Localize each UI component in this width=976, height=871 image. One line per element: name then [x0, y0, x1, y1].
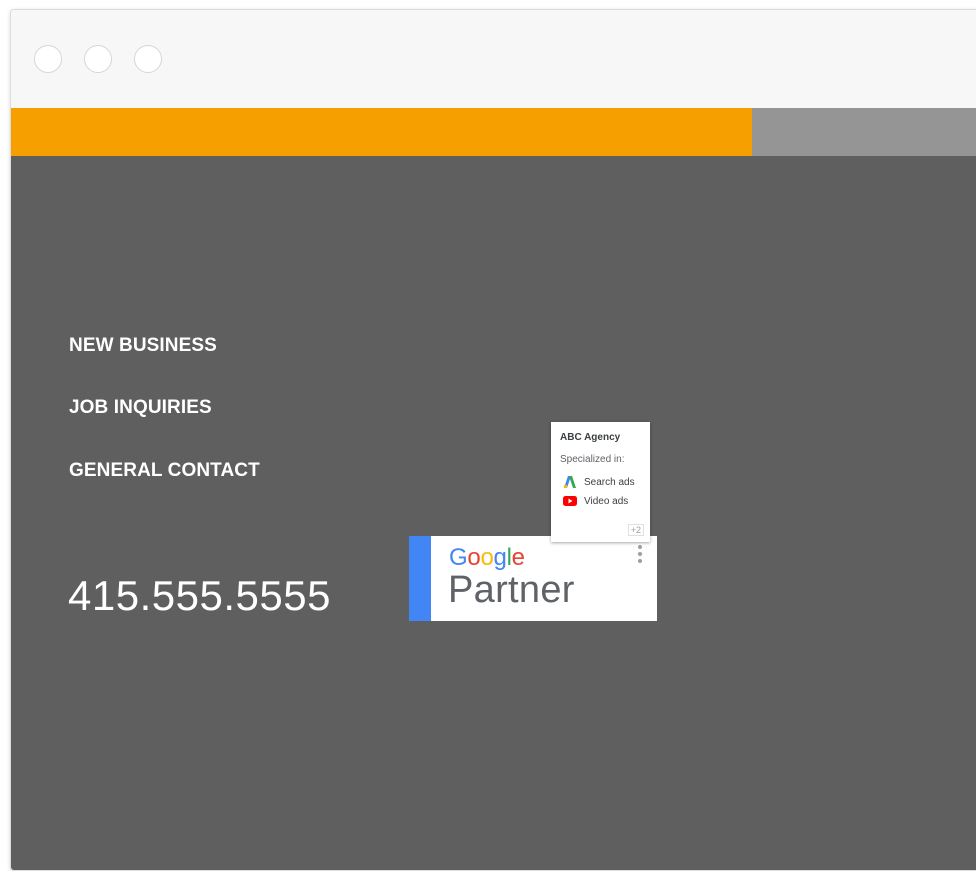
window-maximize-button[interactable]	[134, 45, 162, 73]
new-business-link[interactable]: NEW BUSINESS	[69, 335, 217, 357]
specialty-video-ads: Video ads	[563, 494, 628, 508]
google-letter: o	[480, 544, 494, 571]
google-letter: g	[493, 544, 507, 571]
badge-blue-stripe	[409, 536, 431, 621]
google-letter: e	[511, 544, 525, 571]
google-letter: G	[449, 544, 468, 571]
contact-section	[11, 156, 976, 870]
job-inquiries-link[interactable]: JOB INQUIRIES	[69, 397, 212, 419]
partner-text: Partner	[448, 569, 575, 611]
accent-bar-orange	[11, 108, 752, 156]
browser-window	[10, 9, 976, 871]
google-ads-icon	[563, 476, 577, 489]
accent-bar-gray	[752, 108, 976, 156]
more-vert-icon[interactable]	[637, 545, 643, 567]
google-letter: o	[467, 544, 481, 571]
specialty-label: Video ads	[584, 495, 629, 507]
phone-number[interactable]: 415.555.5555	[68, 572, 331, 620]
partner-specialization-card: ABC Agency Specialized in: Search ads Vi…	[551, 422, 650, 542]
window-minimize-button[interactable]	[84, 45, 112, 73]
more-specialties-badge[interactable]: +2	[627, 524, 644, 536]
youtube-icon	[563, 495, 577, 507]
specialty-label: Search ads	[584, 476, 635, 488]
agency-name: ABC Agency	[560, 432, 621, 443]
title-bar	[11, 10, 976, 108]
general-contact-link[interactable]: GENERAL CONTACT	[69, 460, 260, 482]
google-partner-badge[interactable]: Google Partner	[409, 536, 657, 621]
specialty-search-ads: Search ads	[563, 475, 635, 489]
google-logo-text: Google	[449, 544, 525, 572]
window-close-button[interactable]	[34, 45, 62, 73]
specialized-label: Specialized in:	[560, 454, 625, 465]
